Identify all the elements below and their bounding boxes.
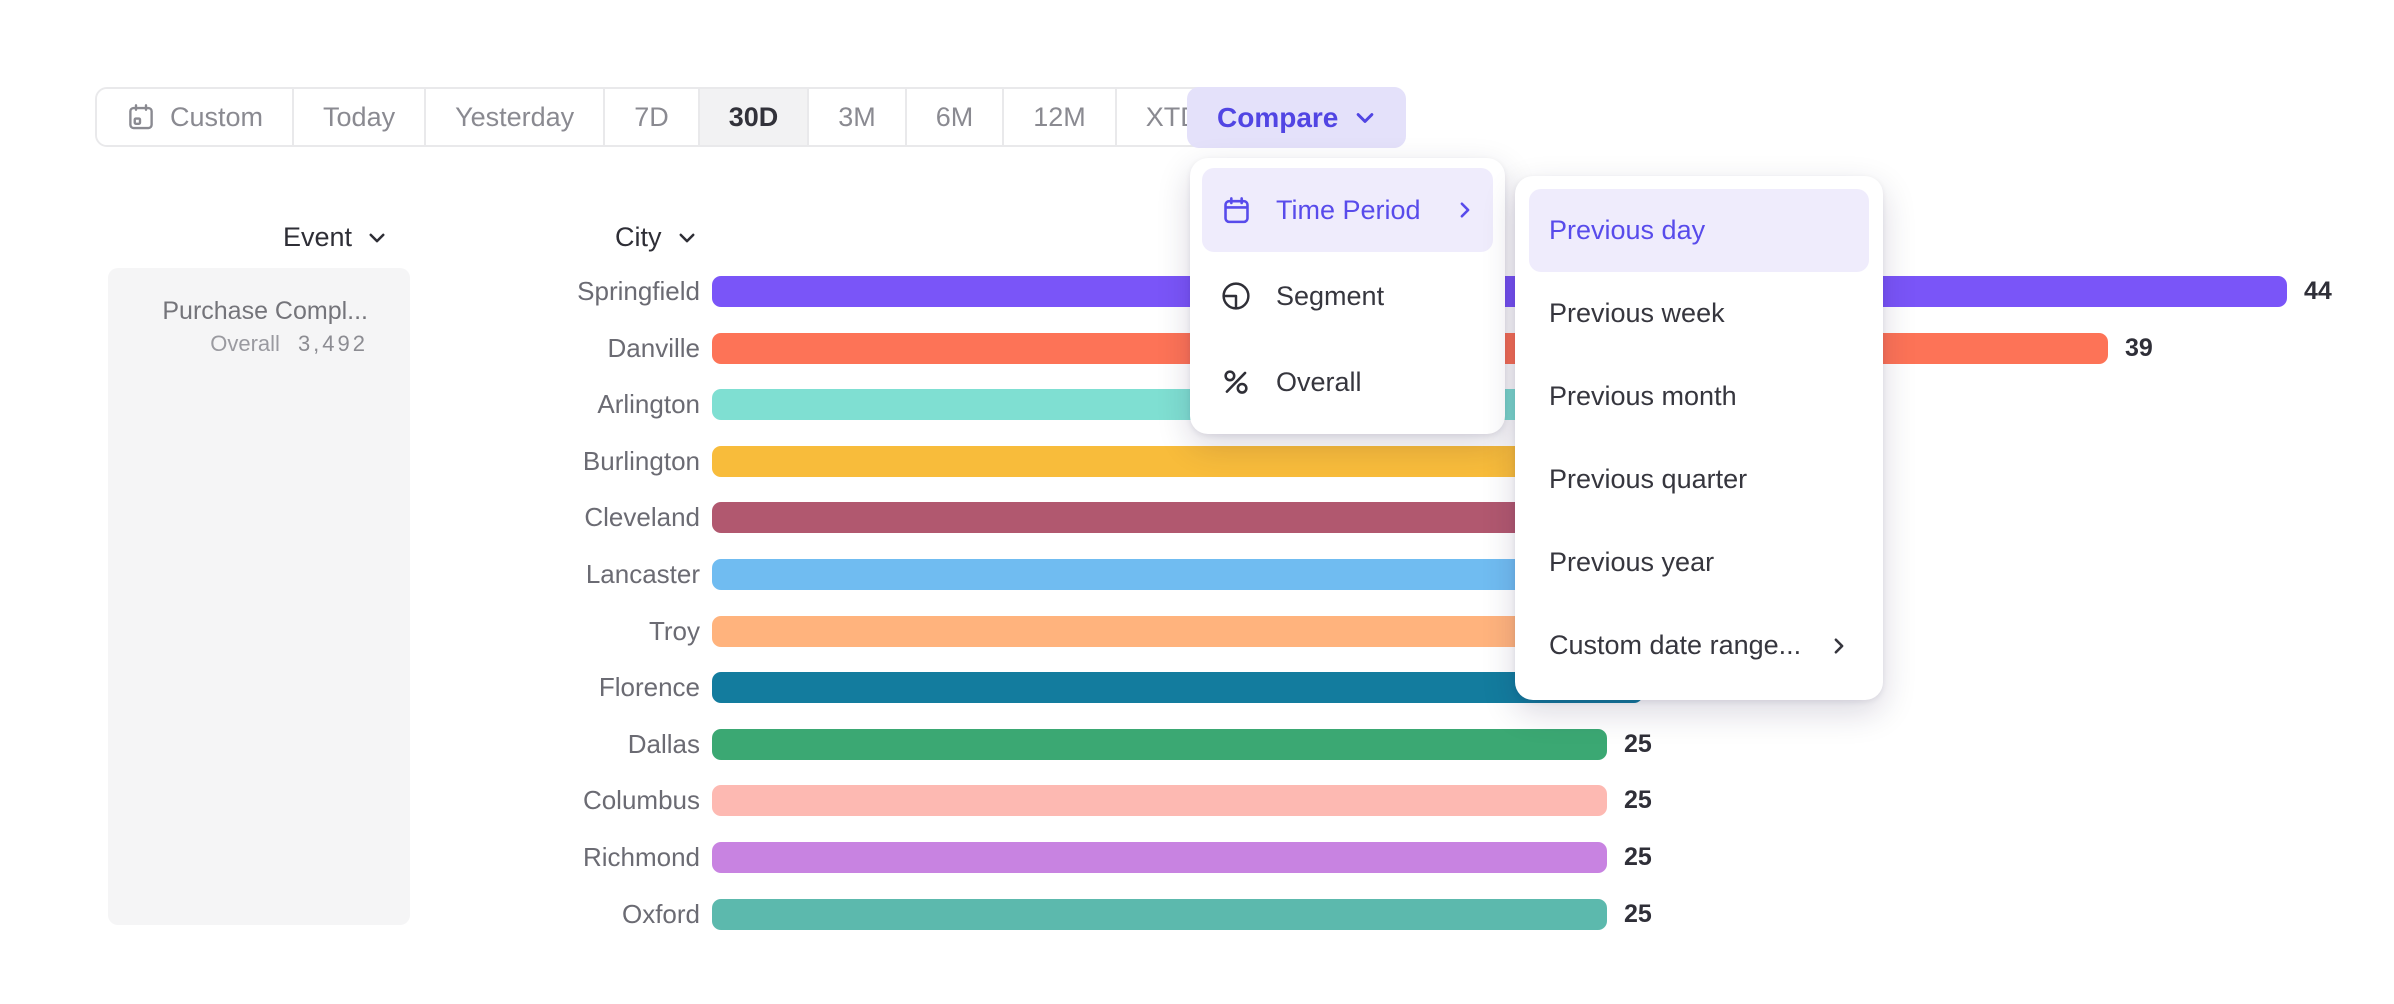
city-label: Troy [420, 616, 700, 647]
date-range-30d[interactable]: 30D [700, 89, 810, 145]
calendar-icon [1220, 194, 1252, 226]
segment-icon [1220, 280, 1252, 312]
menu-item-label: Previous week [1549, 298, 1725, 329]
city-label: Burlington [420, 446, 700, 477]
time-period-option-previous-week[interactable]: Previous week [1529, 272, 1869, 355]
chart-row: Dallas 25 [420, 729, 1652, 760]
bar-oxford[interactable] [712, 899, 1607, 930]
date-range-label: 3M [838, 102, 876, 133]
value-label: 39 [2125, 334, 2153, 363]
city-label: Richmond [420, 842, 700, 873]
date-range-6m[interactable]: 6M [907, 89, 1005, 145]
date-range-yesterday[interactable]: Yesterday [426, 89, 605, 145]
compare-dropdown-menu: Time Period Segment Overall [1190, 158, 1505, 434]
menu-item-label: Previous quarter [1549, 464, 1747, 495]
date-range-today[interactable]: Today [294, 89, 426, 145]
city-label: Florence [420, 672, 700, 703]
value-label: 25 [1624, 730, 1652, 759]
chart-row: Richmond 25 [420, 842, 1652, 873]
date-range-label: Yesterday [455, 102, 574, 133]
city-label: Oxford [420, 899, 700, 930]
compare-button[interactable]: Compare [1187, 87, 1406, 148]
chart-row: Columbus 25 [420, 785, 1652, 816]
city-label: Arlington [420, 389, 700, 420]
date-range-12m[interactable]: 12M [1004, 89, 1117, 145]
menu-item-label: Segment [1276, 281, 1384, 312]
city-label: Springfield [420, 276, 700, 307]
bar-florence[interactable] [712, 672, 1643, 703]
date-range-7d[interactable]: 7D [605, 89, 700, 145]
city-label: Lancaster [420, 559, 700, 590]
time-period-option-previous-quarter[interactable]: Previous quarter [1529, 438, 1869, 521]
chart-row: Florence [420, 672, 1643, 703]
percent-icon [1220, 366, 1252, 398]
bar-dallas[interactable] [712, 729, 1607, 760]
value-label: 44 [2304, 277, 2332, 306]
calendar-icon [126, 102, 156, 132]
compare-menu-item-overall[interactable]: Overall [1202, 340, 1493, 424]
menu-item-label: Previous day [1549, 215, 1705, 246]
menu-item-label: Previous month [1549, 381, 1737, 412]
menu-item-label: Previous year [1549, 547, 1714, 578]
value-label: 25 [1624, 786, 1652, 815]
value-label: 25 [1624, 843, 1652, 872]
compare-menu-item-time-period[interactable]: Time Period [1202, 168, 1493, 252]
chart-row: Troy [420, 616, 1679, 647]
time-period-option-previous-month[interactable]: Previous month [1529, 355, 1869, 438]
time-period-option-previous-year[interactable]: Previous year [1529, 521, 1869, 604]
value-label: 25 [1624, 900, 1652, 929]
bar-chart: Springfield 44 Danville 39 Arlington Bur… [0, 0, 2394, 1004]
date-range-label: 6M [936, 102, 974, 133]
compare-button-label: Compare [1217, 102, 1338, 134]
date-range-label: Today [323, 102, 395, 133]
city-label: Columbus [420, 785, 700, 816]
city-label: Dallas [420, 729, 700, 760]
menu-item-label: Custom date range... [1549, 630, 1801, 661]
menu-item-label: Overall [1276, 367, 1362, 398]
time-period-option-custom-date-range[interactable]: Custom date range... [1529, 604, 1869, 687]
date-range-3m[interactable]: 3M [809, 89, 907, 145]
chart-row: Oxford 25 [420, 899, 1652, 930]
chevron-down-icon [1354, 107, 1376, 129]
city-label: Danville [420, 333, 700, 364]
menu-item-label: Time Period [1276, 195, 1421, 226]
app-canvas: Custom Today Yesterday 7D 30D [0, 0, 2394, 1004]
chevron-right-icon [1829, 636, 1849, 656]
city-label: Cleveland [420, 502, 700, 533]
bar-columbus[interactable] [712, 785, 1607, 816]
date-range-custom[interactable]: Custom [97, 89, 294, 145]
compare-menu-item-segment[interactable]: Segment [1202, 254, 1493, 338]
time-period-submenu: Previous day Previous week Previous mont… [1515, 176, 1883, 700]
date-range-label: 7D [634, 102, 669, 133]
time-period-option-previous-day[interactable]: Previous day [1529, 189, 1869, 272]
date-range-toolbar: Custom Today Yesterday 7D 30D [95, 87, 1267, 147]
date-range-label: 30D [729, 102, 779, 133]
date-range-label: 12M [1033, 102, 1086, 133]
date-range-label: Custom [170, 102, 263, 133]
chevron-right-icon [1455, 200, 1475, 220]
bar-richmond[interactable] [712, 842, 1607, 873]
